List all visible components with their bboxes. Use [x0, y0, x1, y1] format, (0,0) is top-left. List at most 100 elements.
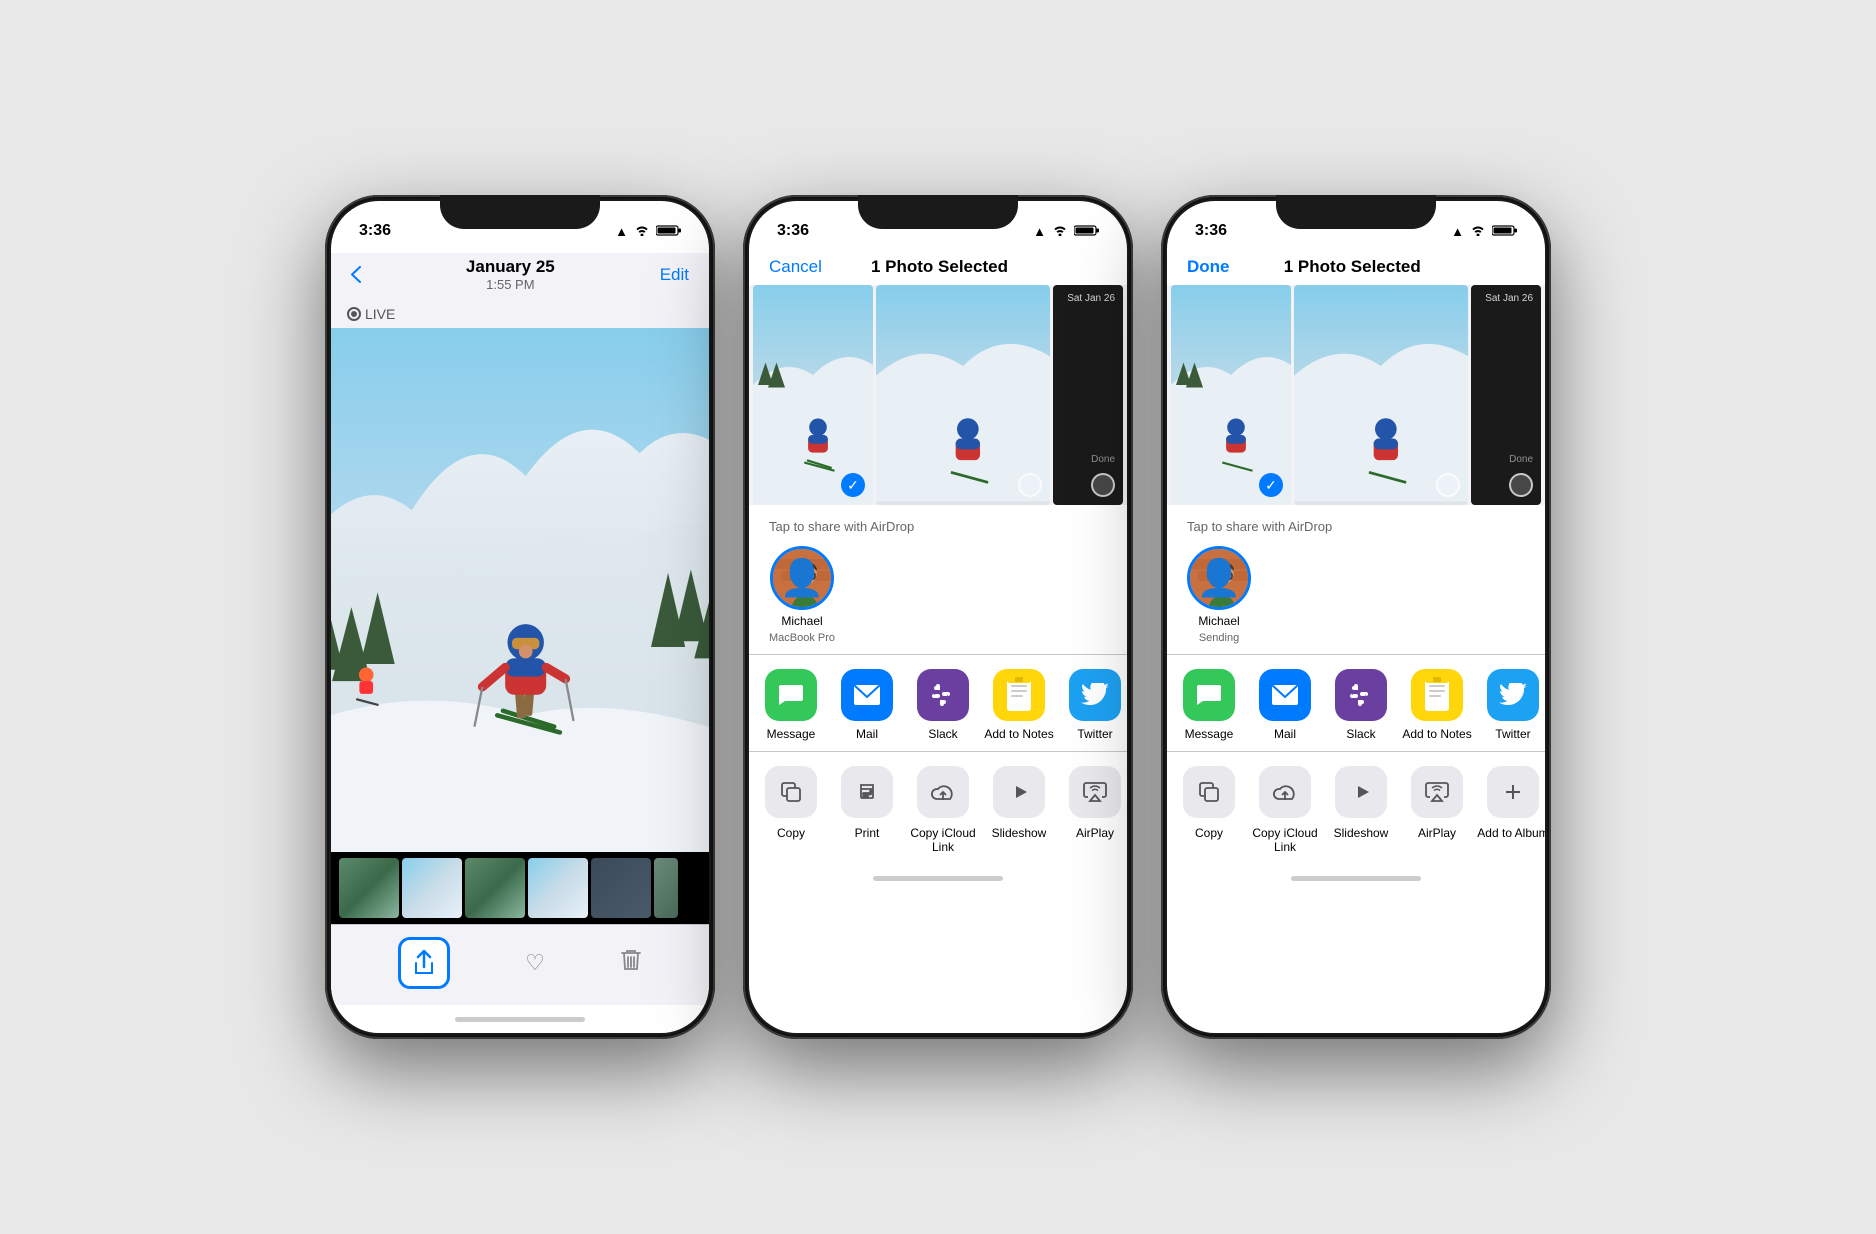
thumb-1[interactable] [339, 858, 399, 918]
home-bar-1 [455, 1017, 585, 1022]
grid-photo-selected-2[interactable]: ◉LIVE [753, 285, 873, 505]
action-print-2[interactable]: Print [829, 766, 905, 855]
action-slideshow-2[interactable]: Slideshow [981, 766, 1057, 855]
live-badge-1: LIVE [331, 300, 709, 328]
airdrop-contacts-3: Michael Sending [1187, 546, 1525, 644]
app-twitter-2[interactable]: Twitter [1057, 669, 1127, 741]
date-2c: Sat Jan 26 [1067, 293, 1115, 304]
app-slack-3[interactable]: Slack [1323, 669, 1399, 741]
contact-name-3: Michael [1198, 614, 1239, 628]
thumb-5[interactable] [591, 858, 651, 918]
action-copy-label-3: Copy [1195, 826, 1223, 840]
wifi-icon-2 [1052, 224, 1068, 239]
nav-bar-1: January 25 1:55 PM Edit [331, 253, 709, 300]
action-addalbum-3[interactable]: Add to Album [1475, 766, 1545, 855]
avatar-face-2 [773, 549, 831, 607]
app-notes-3[interactable]: Add to Notes [1399, 669, 1475, 741]
action-icloud-label-3: Copy iCloud Link [1247, 826, 1323, 855]
airdrop-contact-michael-3[interactable]: Michael Sending [1187, 546, 1251, 644]
grid-photo-2b[interactable]: ◉LIVE [876, 285, 1050, 505]
main-photo-1[interactable] [331, 328, 709, 852]
action-airplay-2[interactable]: AirPlay [1057, 766, 1127, 855]
action-airplay-3[interactable]: AirPlay [1399, 766, 1475, 855]
thumb-4[interactable] [528, 858, 588, 918]
apps-scroll-3: Message Mail [1167, 669, 1545, 741]
phone-1: 3:36 ▲ Janu [325, 195, 715, 1039]
back-button-1[interactable] [351, 266, 361, 283]
app-slack-2[interactable]: Slack [905, 669, 981, 741]
app-message-label-3: Message [1185, 727, 1234, 741]
action-copy-label-2: Copy [777, 826, 805, 840]
nav-title-1: January 25 1:55 PM [466, 257, 555, 292]
app-mail-2[interactable]: Mail [829, 669, 905, 741]
app-notes-2[interactable]: Add to Notes [981, 669, 1057, 741]
phone-2: 3:36 ▲ Cancel 1 Photo Selected [743, 195, 1133, 1039]
actions-section-3: Copy Copy iCloud Link [1167, 752, 1545, 865]
photos-grid-2: ◉LIVE [749, 285, 1127, 505]
twitter-icon-3 [1487, 669, 1539, 721]
app-message-label-2: Message [767, 727, 816, 741]
status-time-1: 3:36 [359, 222, 391, 240]
airplay-icon-3 [1411, 766, 1463, 818]
status-icons-3: ▲ [1451, 224, 1517, 239]
app-twitter-3[interactable]: Twitter [1475, 669, 1545, 741]
grid-photo-3b[interactable]: ◉LIVE [1294, 285, 1468, 505]
share-title-3: 1 Photo Selected [1284, 257, 1421, 277]
signal-icon-2: ▲ [1033, 224, 1046, 239]
grid-photo-2c[interactable]: Sat Jan 26 Done [1053, 285, 1123, 505]
wifi-icon-3 [1470, 224, 1486, 239]
share-title-2: 1 Photo Selected [871, 257, 1008, 277]
notch-3 [1276, 195, 1436, 229]
done-button-3[interactable]: Done [1187, 257, 1230, 277]
home-bar-3 [1291, 876, 1421, 881]
done-2c: Done [1091, 454, 1115, 465]
actions-scroll-3: Copy Copy iCloud Link [1167, 766, 1545, 855]
battery-icon-1 [656, 224, 681, 239]
phone-3: 3:36 ▲ Done 1 Photo Selected [1161, 195, 1551, 1039]
thumb-3[interactable] [465, 858, 525, 918]
action-slideshow-3[interactable]: Slideshow [1323, 766, 1399, 855]
action-icloud-3[interactable]: Copy iCloud Link [1247, 766, 1323, 855]
print-icon-2 [841, 766, 893, 818]
slideshow-icon-2 [993, 766, 1045, 818]
edit-button-1[interactable]: Edit [660, 265, 689, 285]
mail-icon-2 [841, 669, 893, 721]
screen-content-1: January 25 1:55 PM Edit LIVE [331, 253, 709, 1033]
airdrop-section-3: Tap to share with AirDrop [1167, 505, 1545, 655]
grid-photo-3c[interactable]: Sat Jan 26 Done [1471, 285, 1541, 505]
notch-2 [858, 195, 1018, 229]
icloud-icon-3 [1259, 766, 1311, 818]
photos-grid-3: ◉LIVE [1167, 285, 1545, 505]
action-copy-3[interactable]: Copy [1171, 766, 1247, 855]
thumbnail-strip-1[interactable] [331, 852, 709, 924]
apps-scroll-2: Message Mail [749, 669, 1127, 741]
grid-photo-selected-3[interactable]: ◉LIVE [1171, 285, 1291, 505]
action-copy-2[interactable]: Copy [753, 766, 829, 855]
airdrop-section-2: Tap to share with AirDrop [749, 505, 1127, 655]
airplay-icon-2 [1069, 766, 1121, 818]
airdrop-contact-michael-2[interactable]: Michael MacBook Pro [769, 546, 835, 644]
app-message-3[interactable]: Message [1171, 669, 1247, 741]
share-button-1[interactable] [398, 937, 450, 989]
action-icloud-label-2: Copy iCloud Link [905, 826, 981, 855]
unselected-2b [1018, 473, 1042, 497]
message-icon-3 [1183, 669, 1235, 721]
addalbum-icon-3 [1487, 766, 1539, 818]
trash-button-1[interactable] [620, 947, 642, 980]
app-mail-3[interactable]: Mail [1247, 669, 1323, 741]
thumb-6[interactable] [654, 858, 678, 918]
app-message-2[interactable]: Message [753, 669, 829, 741]
wifi-icon-1 [634, 224, 650, 239]
copy-icon-2 [765, 766, 817, 818]
copy-icon-3 [1183, 766, 1235, 818]
action-icloud-2[interactable]: Copy iCloud Link [905, 766, 981, 855]
cancel-button-2[interactable]: Cancel [769, 257, 822, 277]
action-print-label-2: Print [855, 826, 880, 840]
contact-sub-3: Sending [1199, 632, 1239, 644]
thumb-2[interactable] [402, 858, 462, 918]
mail-icon-3 [1259, 669, 1311, 721]
heart-button-1[interactable]: ♡ [525, 950, 545, 976]
notes-icon-2 [993, 669, 1045, 721]
contact-avatar-2 [770, 546, 834, 610]
contact-avatar-3 [1187, 546, 1251, 610]
